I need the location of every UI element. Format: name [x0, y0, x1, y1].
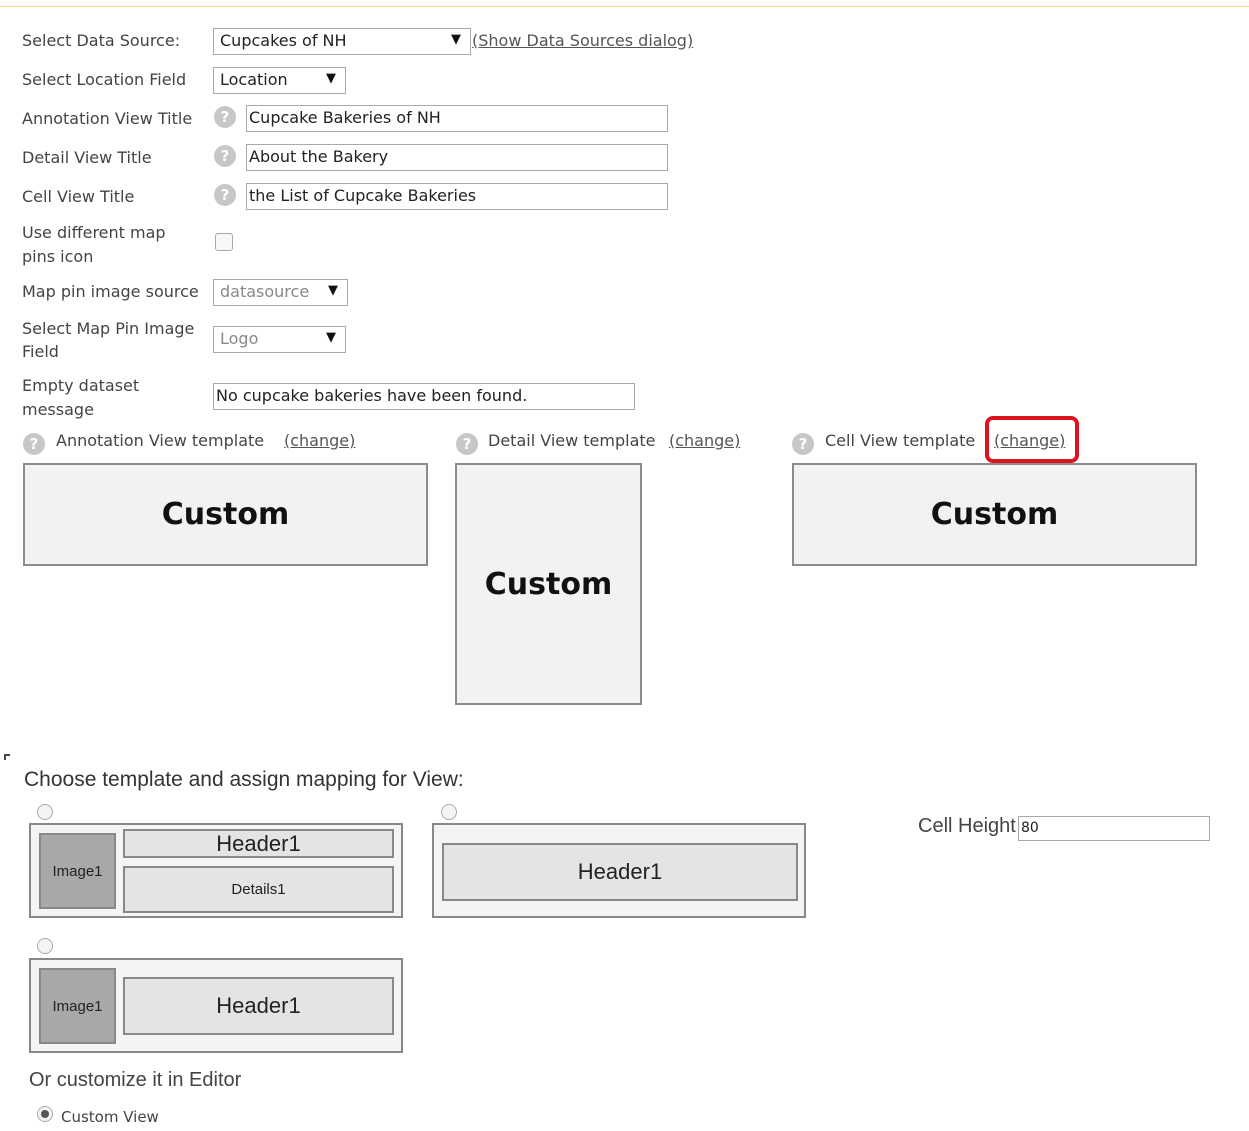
template-option-2-radio[interactable] [441, 804, 457, 820]
detail-template-custom-text: Custom [484, 566, 613, 602]
pin-field-value: Logo [220, 329, 259, 348]
help-icon[interactable]: ? [214, 184, 236, 206]
dropdown-arrow-icon: ▼ [451, 32, 461, 47]
image1-slot: Image1 [39, 833, 116, 909]
show-data-sources-link[interactable]: (Show Data Sources dialog) [472, 31, 693, 50]
empty-message-label-line2: message [22, 400, 94, 419]
dropdown-arrow-icon: ▼ [326, 330, 336, 345]
annotation-template-label: Annotation View template [56, 431, 265, 450]
highlight-box [985, 416, 1079, 463]
pin-field-select[interactable]: Logo ▼ [213, 326, 346, 353]
cell-height-input[interactable]: 80 [1018, 816, 1210, 841]
data-source-value: Cupcakes of NH [220, 31, 347, 50]
help-icon[interactable]: ? [23, 433, 45, 455]
detail-template-change-link[interactable]: (change) [669, 431, 740, 450]
help-icon[interactable]: ? [214, 106, 236, 128]
template-option-3-radio[interactable] [37, 938, 53, 954]
custom-view-radio[interactable] [37, 1106, 53, 1122]
data-source-label: Select Data Source: [22, 31, 181, 50]
image1-slot: Image1 [39, 968, 116, 1044]
annotation-title-input[interactable]: Cupcake Bakeries of NH [246, 105, 668, 132]
cell-template-label: Cell View template [825, 431, 976, 450]
annotation-title-label: Annotation View Title [22, 109, 193, 128]
help-icon[interactable]: ? [456, 433, 478, 455]
detail-title-label: Detail View Title [22, 148, 152, 167]
pin-source-value: datasource [220, 282, 310, 301]
data-source-select[interactable]: Cupcakes of NH ▼ [213, 28, 471, 55]
template-option-2[interactable]: Header1 [432, 823, 806, 918]
header1-slot: Header1 [442, 843, 798, 901]
cell-template-custom-text: Custom [930, 497, 1059, 532]
location-field-label: Select Location Field [22, 70, 187, 89]
pin-source-label: Map pin image source [22, 282, 199, 301]
dropdown-arrow-icon: ▼ [328, 283, 338, 298]
template-option-1[interactable]: Image1 Header1 Details1 [29, 823, 403, 918]
empty-message-label-line1: Empty dataset [22, 376, 140, 395]
cell-height-label: Cell Height [918, 815, 1016, 837]
location-field-value: Location [220, 70, 288, 89]
top-divider [0, 6, 1249, 7]
chooser-heading: Choose template and assign mapping for V… [24, 768, 464, 791]
pin-field-label-line2: Field [22, 342, 59, 361]
custom-view-label: Custom View [61, 1108, 159, 1126]
location-field-select[interactable]: Location ▼ [213, 67, 346, 94]
annotation-template-preview[interactable]: Custom [23, 463, 428, 566]
empty-message-input[interactable]: No cupcake bakeries have been found. [213, 383, 635, 410]
map-pins-checkbox[interactable] [215, 233, 233, 251]
cell-template-preview[interactable]: Custom [792, 463, 1197, 566]
help-icon[interactable]: ? [214, 145, 236, 167]
map-pins-label-line1: Use different map [22, 223, 166, 242]
detail-template-preview[interactable]: Custom [455, 463, 642, 705]
pin-field-label-line1: Select Map Pin Image [22, 319, 195, 338]
detail-template-label: Detail View template [488, 431, 656, 450]
cell-title-input[interactable]: the List of Cupcake Bakeries [246, 183, 668, 210]
details1-slot: Details1 [123, 866, 394, 913]
header1-slot: Header1 [123, 977, 394, 1035]
template-option-3[interactable]: Image1 Header1 [29, 958, 403, 1053]
map-pins-label-line2: pins icon [22, 247, 94, 266]
customize-editor-label: Or customize it in Editor [29, 1069, 242, 1091]
header1-slot: Header1 [123, 829, 394, 858]
help-icon[interactable]: ? [792, 433, 814, 455]
annotation-template-custom-text: Custom [161, 497, 290, 532]
pin-source-select[interactable]: datasource ▼ [213, 279, 348, 306]
detail-title-input[interactable]: About the Bakery [246, 144, 668, 171]
annotation-template-change-link[interactable]: (change) [284, 431, 355, 450]
dialog-corner-mark [4, 754, 6, 760]
template-option-1-radio[interactable] [37, 804, 53, 820]
cell-title-label: Cell View Title [22, 187, 135, 206]
dropdown-arrow-icon: ▼ [326, 71, 336, 86]
